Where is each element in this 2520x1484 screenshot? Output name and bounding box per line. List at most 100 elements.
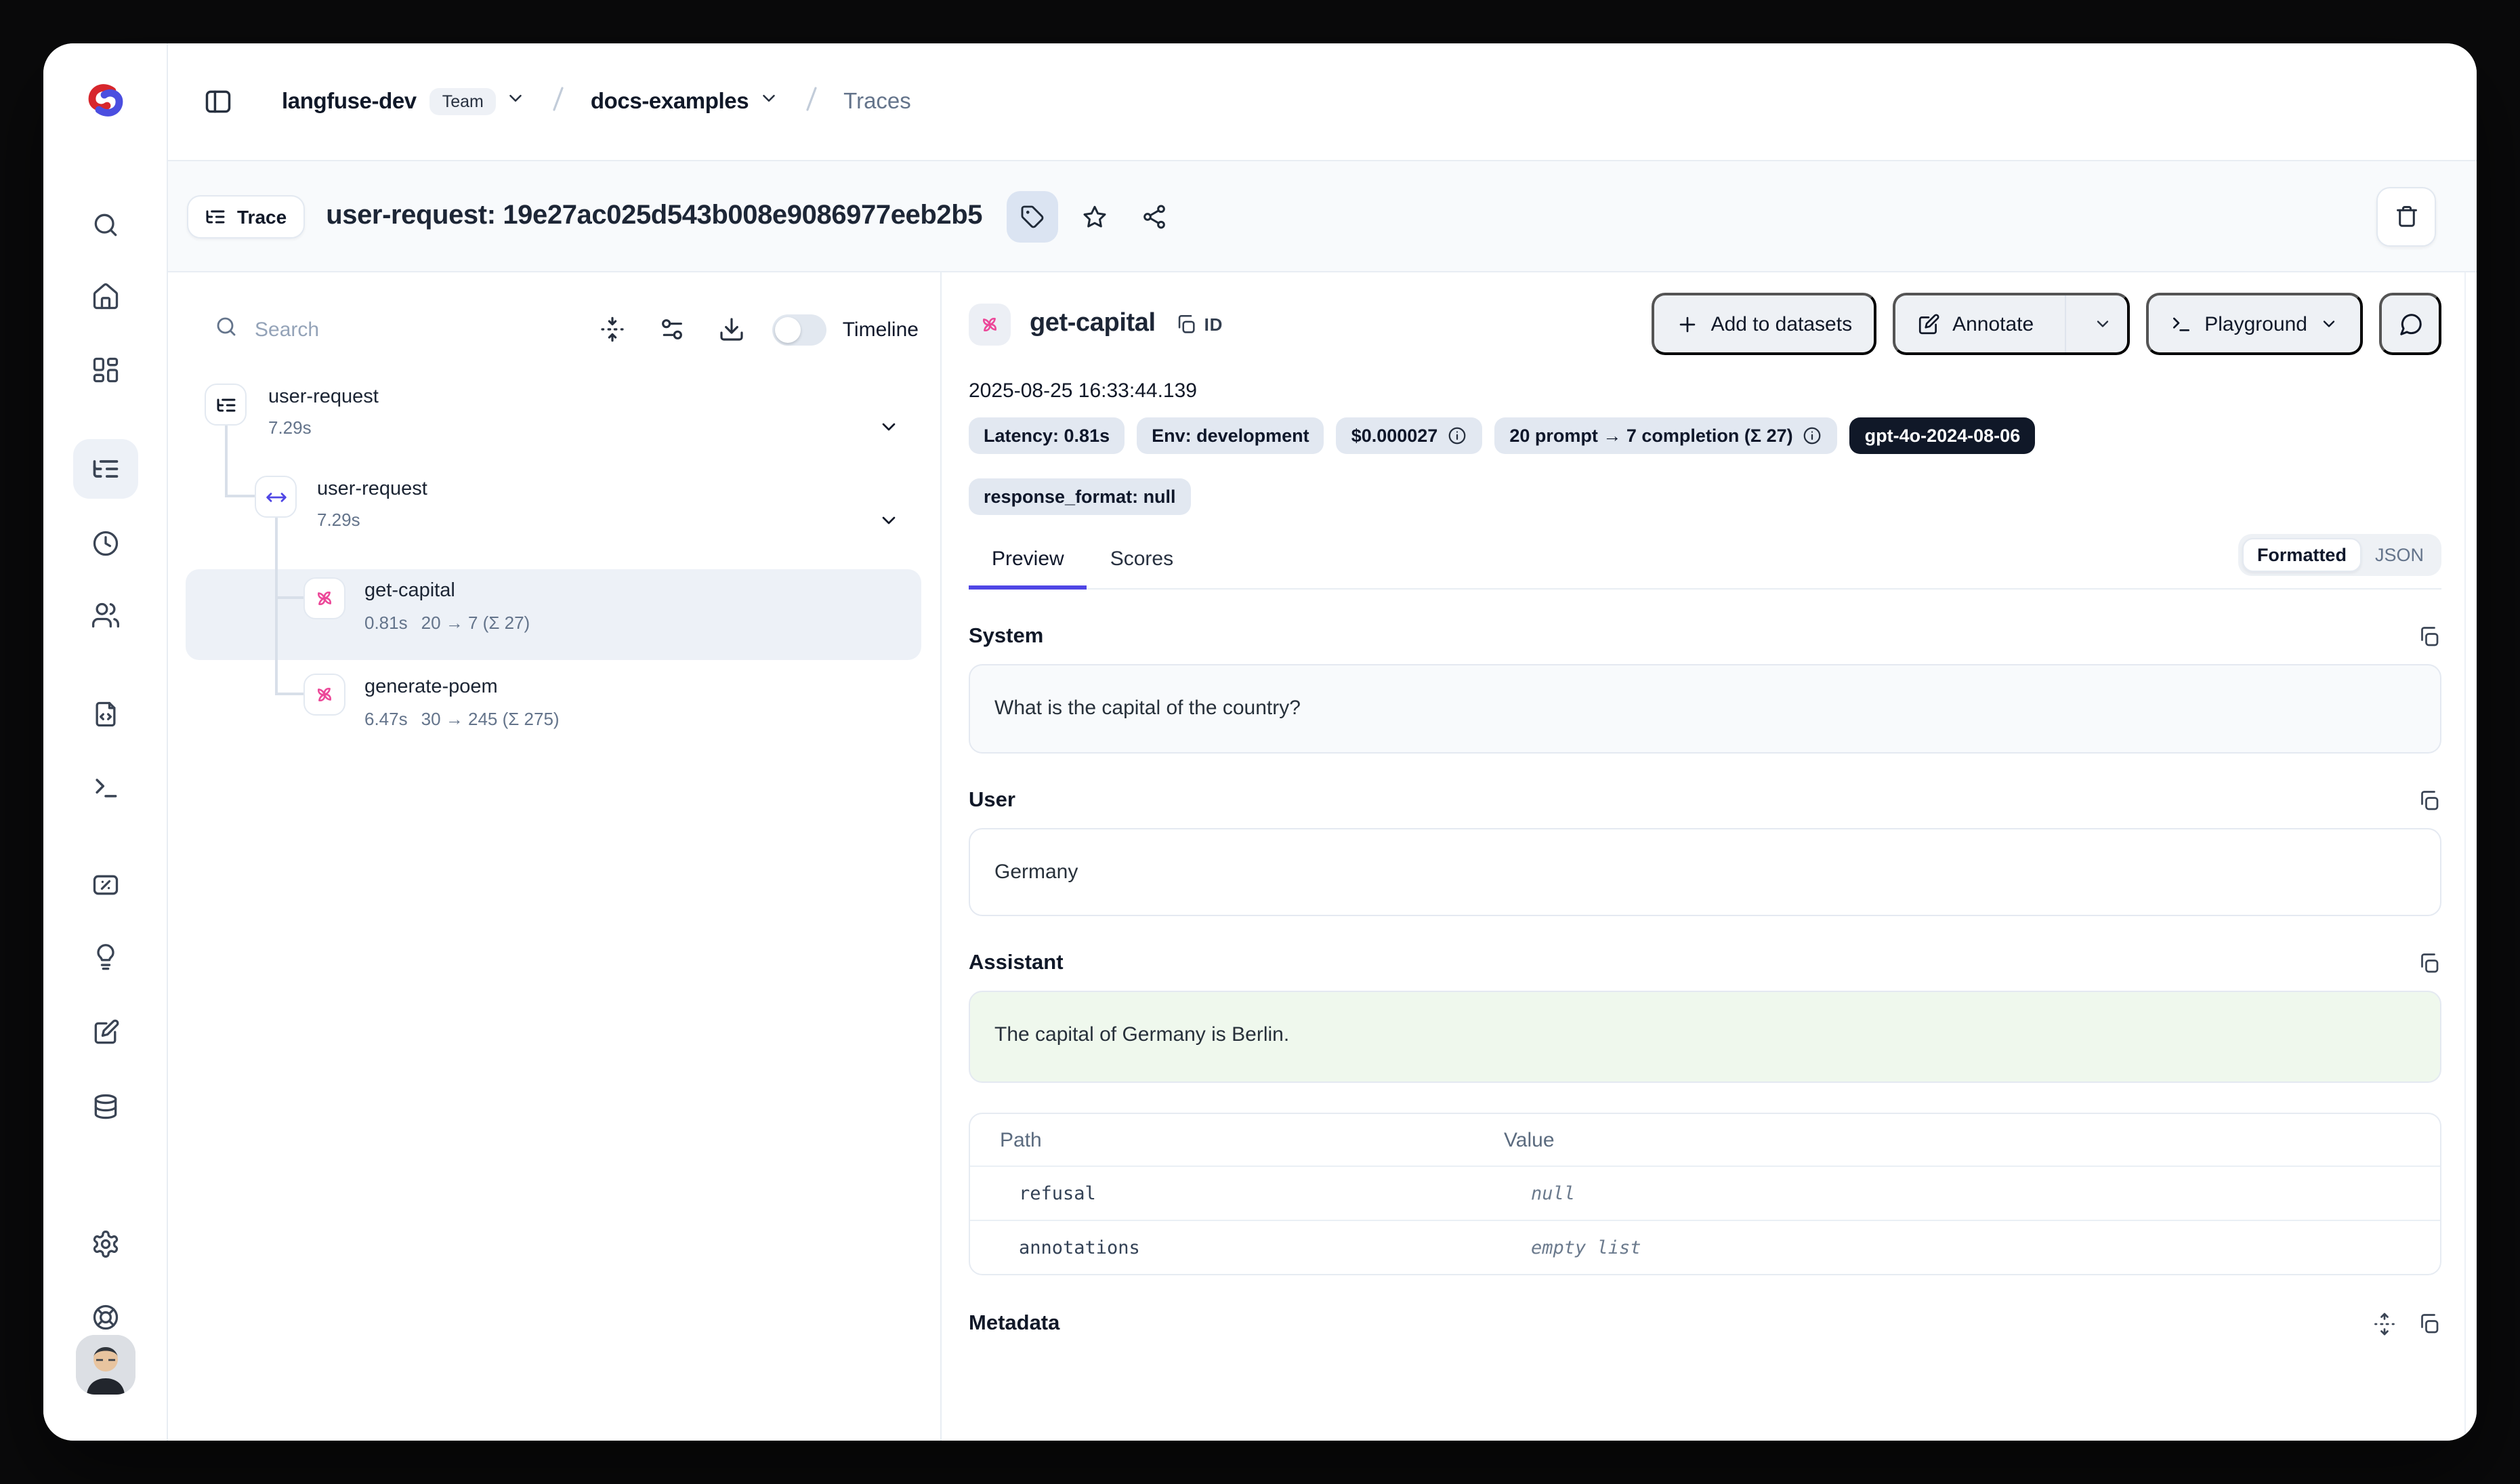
copy-button[interactable] (2417, 625, 2441, 649)
system-section-header: System (969, 625, 2441, 649)
breadcrumb-environment[interactable]: docs-examples (591, 89, 749, 115)
insights-lightbulb-icon[interactable] (90, 943, 120, 973)
metadata-actions (2372, 1312, 2441, 1336)
langfuse-logo-icon[interactable] (83, 79, 127, 122)
trace-type-badge: Trace (187, 194, 304, 238)
breadcrumb-page[interactable]: Traces (843, 89, 911, 115)
assistant-section-header: Assistant (969, 951, 2441, 976)
tree-row-tokens: 20 → 7 (Σ 27) (421, 613, 530, 633)
env-badge: Env: development (1137, 417, 1324, 454)
tree-connector (275, 596, 303, 598)
tree-connector (225, 426, 227, 496)
section-title: System (969, 625, 1043, 649)
latency-badge: Latency: 0.81s (969, 417, 1125, 454)
chevron-down-icon[interactable] (878, 416, 900, 445)
comments-button[interactable] (2379, 293, 2441, 355)
settings-gear-icon[interactable] (90, 1229, 120, 1259)
section-title: Metadata (969, 1312, 1059, 1336)
model-badge[interactable]: gpt-4o-2024-08-06 (1850, 417, 2036, 454)
chevron-down-icon[interactable] (505, 88, 526, 115)
copy-button[interactable] (2417, 789, 2441, 813)
tree-row-duration: 6.47s30 → 245 (Σ 275) (364, 709, 560, 729)
annotation-pen-icon[interactable] (90, 1018, 120, 1048)
users-icon[interactable] (90, 600, 120, 630)
tree-connector (275, 518, 277, 694)
annotate-dropdown-chevron[interactable] (2078, 295, 2127, 352)
sidebar-toggle-icon[interactable] (203, 87, 233, 117)
home-icon[interactable] (90, 282, 120, 312)
stage: langfuse-dev Team docs-examples Traces (0, 0, 2520, 1484)
section-title: User (969, 789, 1015, 813)
playground-button[interactable]: Playground (2146, 293, 2363, 355)
trace-tree-panel: Timeline user-request 7.29 (168, 272, 942, 1441)
tree-row-label: user-request (317, 478, 427, 500)
info-icon[interactable] (1803, 426, 1823, 446)
trace-tree: user-request 7.29s user-request 7.29s (168, 272, 940, 1441)
delete-trace-button[interactable] (2376, 186, 2436, 246)
copy-button[interactable] (2417, 951, 2441, 976)
sessions-clock-icon[interactable] (90, 529, 120, 558)
table-row: refusal null (970, 1166, 2440, 1220)
tree-connector (275, 693, 303, 695)
annotate-button[interactable]: Annotate (1893, 293, 2130, 355)
copy-button[interactable] (2417, 1312, 2441, 1336)
copy-icon (2417, 951, 2441, 976)
breadcrumb-project[interactable]: langfuse-dev (282, 89, 417, 115)
expand-button[interactable] (2372, 1312, 2397, 1336)
detail-header: get-capital ID Add to datasets (969, 293, 2441, 355)
share-button[interactable] (1131, 193, 1177, 239)
generation-pinwheel-icon (303, 577, 345, 619)
chat-bubble-icon (2397, 311, 2423, 337)
tree-row-duration: 7.29s (317, 510, 360, 530)
tree-row-tokens: 30 → 245 (Σ 275) (421, 709, 560, 729)
metric-badges: Latency: 0.81s Env: development $0.00002… (969, 417, 2441, 515)
playground-terminal-icon[interactable] (90, 772, 120, 802)
button-divider (2065, 295, 2066, 352)
trace-header: Trace user-request: 19e27ac025d543b008e9… (168, 160, 2477, 272)
tree-row-duration: 0.81s20 → 7 (Σ 27) (364, 613, 530, 633)
cell-value: empty list (1504, 1237, 2440, 1258)
support-lifebuoy-icon[interactable] (90, 1302, 120, 1332)
format-toggle: Formatted JSON (2238, 534, 2441, 576)
generation-pinwheel-icon (969, 303, 1011, 345)
observation-timestamp: 2025-08-25 16:33:44.139 (969, 379, 2441, 403)
chevron-down-icon (2319, 314, 2338, 333)
tab-preview[interactable]: Preview (969, 535, 1087, 588)
app-window: langfuse-dev Team docs-examples Traces (43, 43, 2477, 1441)
trace-badge-label: Trace (237, 205, 287, 227)
scores-percent-icon[interactable] (90, 870, 120, 900)
format-option-json[interactable]: JSON (2361, 539, 2437, 571)
copy-icon (2417, 625, 2441, 649)
prompts-file-code-icon[interactable] (90, 699, 120, 729)
span-node-icon (255, 476, 297, 518)
copy-id-button[interactable]: ID (1175, 312, 1223, 335)
chevron-down-icon[interactable] (878, 510, 900, 538)
section-title: Assistant (969, 951, 1064, 976)
info-icon[interactable] (1447, 426, 1467, 446)
edit-pen-icon (1917, 312, 1940, 335)
format-option-formatted[interactable]: Formatted (2242, 538, 2361, 572)
dashboard-icon[interactable] (90, 355, 120, 385)
add-to-datasets-button[interactable]: Add to datasets (1652, 293, 1877, 355)
datasets-database-icon[interactable] (90, 1092, 120, 1122)
unfold-vertical-icon (2372, 1312, 2397, 1336)
tab-scores[interactable]: Scores (1087, 535, 1196, 588)
assistant-message-text: The capital of Germany is Berlin. (994, 1023, 1289, 1046)
tokens-badge: 20 prompt → 7 completion (Σ 27) (1494, 417, 1837, 454)
detail-tabs: Preview Scores Formatted JSON (969, 535, 2441, 590)
cost-badge: $0.000027 (1337, 417, 1483, 454)
plus-icon (1676, 312, 1699, 335)
column-header-value: Value (1504, 1128, 2440, 1151)
output-fields-table: Path Value refusal null annotations empt… (969, 1113, 2441, 1275)
user-avatar[interactable] (76, 1335, 135, 1395)
tree-row-duration: 7.29s (268, 417, 312, 438)
star-button[interactable] (1072, 193, 1118, 239)
cell-path: annotations (970, 1237, 1504, 1258)
trash-icon (2393, 203, 2419, 229)
assistant-message-box: The capital of Germany is Berlin. (969, 991, 2441, 1083)
trace-title: user-request: 19e27ac025d543b008e9086977… (326, 201, 982, 232)
tracing-icon[interactable] (90, 454, 120, 484)
chevron-down-icon[interactable] (758, 88, 778, 115)
tag-button[interactable] (1007, 190, 1058, 242)
search-icon[interactable] (90, 210, 120, 240)
